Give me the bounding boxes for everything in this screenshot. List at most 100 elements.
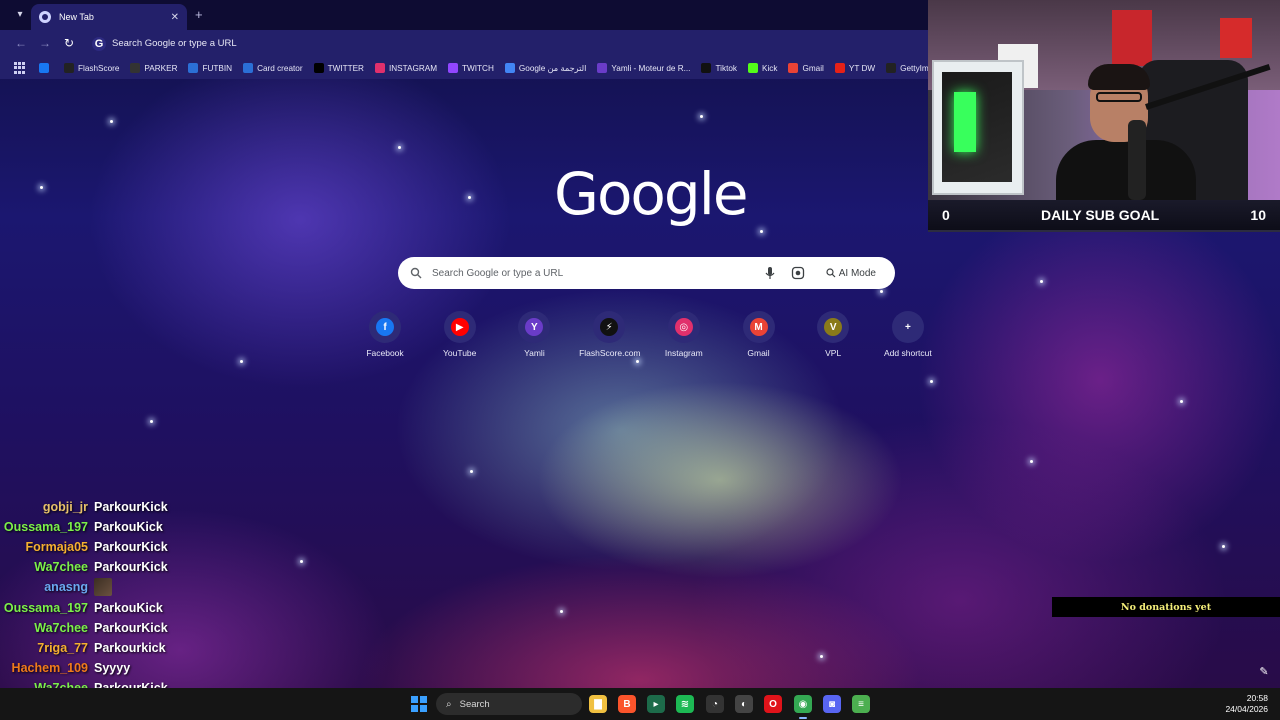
shortcut-label: Facebook: [366, 348, 404, 358]
download-icon: [834, 63, 845, 73]
sub-goal-current: 0: [942, 207, 950, 223]
ai-mode-button[interactable]: AI Mode: [819, 264, 883, 283]
bookmark-item[interactable]: YT DW: [834, 63, 875, 73]
shortcut-label: YouTube: [442, 348, 477, 358]
discord-icon[interactable]: ◙: [823, 695, 841, 713]
pen-icon[interactable]: ✎: [1256, 665, 1272, 681]
tab-search-menu-icon[interactable]: ▾: [12, 8, 28, 22]
tab-new-tab[interactable]: New Tab ✕: [31, 4, 187, 30]
star: [1222, 545, 1225, 548]
bookmark-item[interactable]: GettyImages: [886, 63, 928, 73]
shortcut-tile[interactable]: ◎ Instagram: [654, 311, 714, 358]
microphone-icon[interactable]: [763, 266, 777, 280]
shortcut-tile[interactable]: V VPL: [803, 311, 863, 358]
taskbar-clock[interactable]: 20:58 24/04/2026: [1220, 693, 1268, 715]
google-search-box[interactable]: Search Google or type a URL AI Mode: [398, 257, 895, 289]
shortcut-tile[interactable]: + Add shortcut: [878, 311, 938, 358]
chat-username: Hachem_109: [11, 660, 88, 675]
tab-close-icon[interactable]: ✕: [171, 12, 179, 23]
star: [470, 470, 473, 473]
back-arrow-icon[interactable]: ←: [14, 36, 28, 50]
windows-start-icon[interactable]: [411, 696, 427, 712]
chrome-icon[interactable]: ◉: [794, 695, 812, 713]
shortcut-tile[interactable]: ⚡ FlashScore.com: [579, 311, 641, 358]
bookmark-item[interactable]: Tiktok: [701, 63, 737, 73]
taskbar-search-label: Search: [459, 698, 490, 710]
chat-text: Syyyy: [94, 660, 131, 675]
getty-icon: [886, 63, 897, 73]
sub-goal-label: DAILY SUB GOAL: [1040, 207, 1160, 223]
speedometer-icon[interactable]: ◔: [706, 695, 724, 713]
parker-icon: [130, 63, 141, 73]
shortcut-icon: ▶: [450, 318, 469, 336]
app-badge-icon[interactable]: ◐: [735, 695, 753, 713]
shortcut-icon: M: [749, 318, 768, 336]
translate-icon: [504, 63, 515, 73]
chat-username: Oussama_197: [3, 600, 88, 615]
opera-icon[interactable]: O: [764, 695, 782, 713]
shortcut-label: Instagram: [664, 348, 703, 358]
shortcut-tile[interactable]: f Facebook: [355, 311, 415, 358]
spotify-icon[interactable]: ≋: [676, 695, 694, 713]
taskbar-search[interactable]: ⌕ Search: [436, 693, 582, 715]
search-icon: [410, 267, 422, 279]
apps-grid-icon[interactable]: [14, 62, 25, 74]
star: [700, 115, 703, 118]
bookmark-item[interactable]: PARKER: [130, 63, 177, 73]
star: [40, 186, 43, 189]
bookmark-item[interactable]: TWITTER: [313, 63, 364, 73]
donations-widget: No donations yet: [1052, 597, 1280, 617]
shortcut-icon-circle: ⚡: [593, 311, 626, 343]
brave-icon[interactable]: B: [618, 695, 636, 713]
reload-icon[interactable]: ↻: [62, 36, 76, 50]
chat-text: ParkouKick: [94, 520, 163, 535]
google-lens-icon[interactable]: [791, 266, 805, 280]
chat-message: gobji_jr ParkourKick: [0, 497, 260, 517]
yamli-icon: [597, 63, 608, 73]
shortcut-label: FlashScore.com: [579, 348, 641, 358]
bookmark-item[interactable]: INSTAGRAM: [374, 63, 437, 73]
wall-jersey-red-2: [1220, 18, 1252, 58]
star: [240, 360, 243, 363]
chat-message: anasng: [0, 577, 260, 597]
stream-chat-overlay: gobji_jr ParkourKick Oussama_197 ParkouKick…: [0, 497, 260, 718]
bookmark-item[interactable]: FlashScore: [64, 63, 119, 73]
bookmark-label: TWITCH: [462, 63, 494, 73]
omnibox-address-bar[interactable]: G Search Google or type a URL: [86, 33, 916, 54]
file-explorer-icon[interactable]: ▇: [589, 695, 607, 713]
forward-arrow-icon[interactable]: →: [38, 36, 52, 50]
shortcut-tile[interactable]: Y Yamli: [504, 311, 564, 358]
bookmark-item[interactable]: Yamli - Moteur de R...: [597, 63, 690, 73]
bookmark-item[interactable]: Card creator: [243, 63, 303, 73]
star: [560, 610, 563, 613]
shortcut-icon-circle: M: [742, 311, 775, 343]
star: [110, 120, 113, 123]
gmail-icon: [788, 63, 799, 73]
app-green-icon[interactable]: ▸: [647, 695, 665, 713]
chat-message: Oussama_197 ParkouKick: [0, 517, 260, 537]
chat-username: gobji_jr: [42, 500, 88, 515]
bookmark-item[interactable]: TWITCH: [448, 63, 494, 73]
star: [1040, 280, 1043, 283]
shortcut-icon-circle: +: [891, 311, 924, 343]
shortcut-tile[interactable]: M Gmail: [729, 311, 789, 358]
kick-icon: [748, 63, 758, 73]
new-tab-plus-icon[interactable]: +: [195, 7, 203, 22]
stack-icon[interactable]: ≡: [852, 695, 870, 713]
facebook-icon: [39, 63, 49, 73]
shortcut-icon-circle: ◎: [667, 311, 700, 343]
bookmark-item[interactable]: [39, 63, 53, 73]
bookmark-item[interactable]: Google الترجمة من: [504, 63, 586, 73]
chat-username: 7riga_77: [37, 640, 88, 655]
shortcut-tile[interactable]: ▶ YouTube: [430, 311, 490, 358]
chat-username: Wa7chee: [34, 620, 88, 635]
bookmark-item[interactable]: Kick: [748, 63, 777, 73]
shortcut-icon-circle: ▶: [443, 311, 476, 343]
shortcut-icon-circle: Y: [518, 311, 551, 343]
shortcut-icon: f: [376, 318, 394, 336]
star: [760, 230, 763, 233]
bookmark-item[interactable]: FUTBIN: [188, 63, 232, 73]
bookmark-item[interactable]: Gmail: [788, 63, 824, 73]
chat-text: ParkourKick: [94, 500, 168, 515]
windows-taskbar: ⌕ Search ▇ B ▸ ≋ ◔ ◐ O ◉ ◙ ≡ 20:58 24/04/2026: [0, 688, 1280, 720]
